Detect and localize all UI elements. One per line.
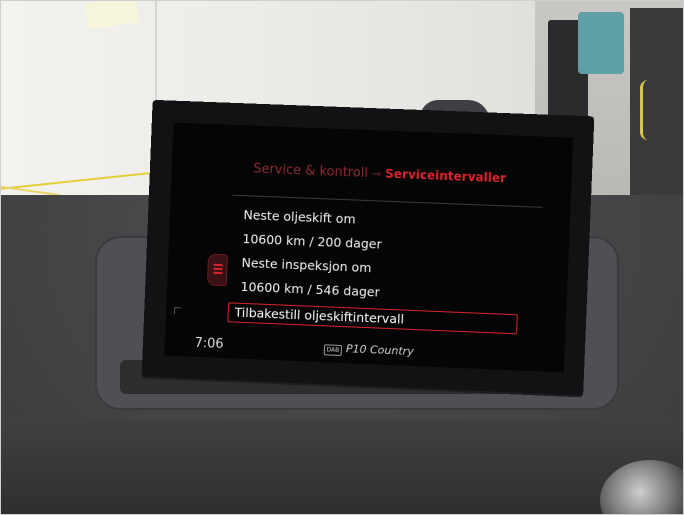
breadcrumb-separator-icon: ⊸ bbox=[371, 167, 382, 181]
tool-cabinet bbox=[630, 8, 684, 208]
dashboard-lower bbox=[0, 420, 684, 515]
back-corner-icon bbox=[173, 307, 182, 315]
status-bar: 7:06 DAB P10 Country bbox=[164, 332, 565, 373]
breadcrumb-current: Serviceintervaller bbox=[384, 166, 507, 186]
next-inspection-label: Neste inspeksjon om bbox=[241, 254, 372, 276]
reset-oil-interval-button[interactable]: Tilbakestill oljeskiftintervall bbox=[227, 302, 518, 335]
header-divider bbox=[232, 194, 543, 208]
teal-container bbox=[578, 12, 624, 74]
scroll-tab-icon[interactable] bbox=[206, 253, 228, 287]
breadcrumb-parent[interactable]: Service & kontroll bbox=[253, 162, 368, 181]
yellow-cable bbox=[640, 80, 657, 140]
breadcrumb: Service & kontroll ⊸ Serviceintervaller bbox=[253, 162, 506, 187]
next-inspection-value: 10600 km / 546 dager bbox=[240, 278, 381, 300]
infotainment-display: Service & kontroll ⊸ Serviceintervaller Ne… bbox=[141, 99, 595, 396]
next-oil-change-label: Neste oljeskift om bbox=[243, 207, 356, 227]
clock: 7:06 bbox=[194, 335, 224, 353]
dab-badge-icon: DAB bbox=[323, 344, 343, 357]
next-oil-change-value: 10600 km / 200 dager bbox=[242, 231, 382, 252]
photo: Service & kontroll ⊸ Serviceintervaller Ne… bbox=[0, 0, 684, 515]
radio-station[interactable]: P10 Country bbox=[346, 342, 414, 358]
infotainment-screen: Service & kontroll ⊸ Serviceintervaller Ne… bbox=[164, 122, 574, 373]
